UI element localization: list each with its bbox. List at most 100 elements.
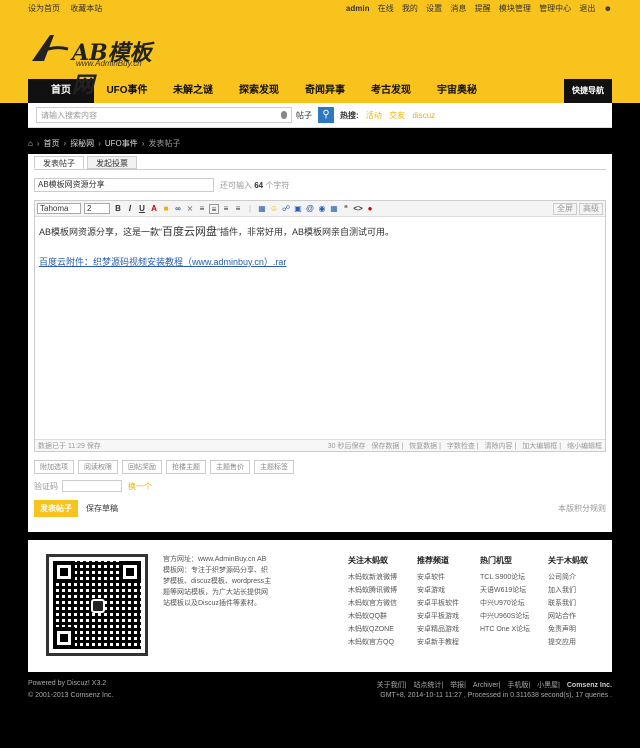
word-check-button[interactable]: 字数检查 bbox=[447, 443, 475, 450]
bottom-link[interactable]: 站点统计 bbox=[413, 682, 441, 689]
online-link[interactable]: 在线 bbox=[378, 4, 394, 13]
font-color-icon[interactable]: A bbox=[149, 204, 159, 214]
footer-link[interactable]: 天语W619论坛 bbox=[480, 584, 530, 597]
bg-color-icon[interactable]: ■ bbox=[161, 204, 171, 214]
at-icon[interactable]: @ bbox=[305, 204, 315, 214]
image-icon[interactable]: ▦ bbox=[257, 204, 267, 214]
mic-icon[interactable] bbox=[281, 111, 287, 119]
subject-input[interactable]: AB模板网资源分享 bbox=[34, 178, 214, 192]
footer-link[interactable]: 联系我们 bbox=[548, 597, 588, 610]
nav-universe[interactable]: 宇宙奥秘 bbox=[424, 79, 490, 103]
home-icon[interactable]: ⌂ bbox=[28, 139, 33, 148]
module-manage-link[interactable]: 模块管理 bbox=[499, 4, 531, 13]
footer-link[interactable]: HTC One X论坛 bbox=[480, 623, 530, 636]
footer-link[interactable]: 木蚂蚁官方QQ bbox=[348, 636, 397, 649]
option-extra[interactable]: 附加选项 bbox=[34, 460, 74, 474]
bottom-link[interactable]: 手机版 bbox=[507, 682, 528, 689]
hot-item[interactable]: 活动 bbox=[366, 111, 382, 120]
bottom-link[interactable]: 举报 bbox=[450, 682, 464, 689]
footer-link[interactable]: TCL S900论坛 bbox=[480, 571, 530, 584]
tab-post[interactable]: 发表帖子 bbox=[34, 156, 84, 169]
option-reward[interactable]: 回帖奖励 bbox=[122, 460, 162, 474]
footer-link[interactable]: 安卓游戏 bbox=[417, 584, 459, 597]
smiley-icon[interactable]: ☺ bbox=[269, 204, 279, 214]
search-button[interactable]: ⚲ bbox=[318, 107, 334, 123]
link-icon[interactable]: ∞ bbox=[173, 204, 183, 214]
crumb-item[interactable]: 探秘网 bbox=[70, 138, 94, 149]
clear-content-button[interactable]: 清除内容 bbox=[485, 443, 513, 450]
option-tags[interactable]: 主题标签 bbox=[254, 460, 294, 474]
code-icon[interactable]: <> bbox=[353, 204, 363, 214]
footer-link[interactable]: 中兴U960S论坛 bbox=[480, 610, 530, 623]
rich-editor[interactable]: Tahoma 2 B I U A ■ ∞ ⨯ ≡ ≡ ≡ ≡ | ▦ ☺ ☍ ▣… bbox=[34, 200, 606, 452]
bottom-link[interactable]: Archiver bbox=[473, 682, 499, 689]
quote-icon[interactable]: “ bbox=[341, 204, 351, 214]
remind-link[interactable]: 提醒 bbox=[475, 4, 491, 13]
rules-link[interactable]: 本版积分规则 bbox=[558, 503, 606, 514]
bottom-link[interactable]: 关于我们 bbox=[377, 682, 405, 689]
logout-link[interactable]: 退出 bbox=[579, 4, 595, 13]
footer-link[interactable]: 木蚂蚁QQ群 bbox=[348, 610, 397, 623]
footer-link[interactable]: 安卓软件 bbox=[417, 571, 459, 584]
footer-link[interactable]: 加入我们 bbox=[548, 584, 588, 597]
footer-link[interactable]: 网站合作 bbox=[548, 610, 588, 623]
editor-content[interactable]: AB模板网资源分享，这是一款“百度云网盘”插件，非常好用，AB模板网亲自测试可用… bbox=[35, 217, 605, 274]
nav-explore[interactable]: 探索发现 bbox=[226, 79, 292, 103]
media-icon[interactable]: ◉ bbox=[317, 204, 327, 214]
hot-item[interactable]: 交友 bbox=[389, 111, 405, 120]
hot-item[interactable]: discuz bbox=[412, 111, 435, 120]
footer-link[interactable]: 木蚂蚁官方微信 bbox=[348, 597, 397, 610]
shrink-editor-button[interactable]: 缩小编辑框 bbox=[567, 443, 602, 450]
font-select[interactable]: Tahoma bbox=[37, 203, 81, 214]
tab-poll[interactable]: 发起投票 bbox=[87, 156, 137, 169]
save-draft-button[interactable]: 保存草稿 bbox=[86, 503, 118, 514]
user-icon[interactable]: ☻ bbox=[604, 4, 612, 13]
footer-link[interactable]: 木蚂蚁新浪微博 bbox=[348, 571, 397, 584]
align-center-icon[interactable]: ≡ bbox=[209, 203, 219, 214]
save-data-button[interactable]: 保存数据 bbox=[371, 443, 399, 450]
photo-icon[interactable]: ▣ bbox=[293, 204, 303, 214]
nav-archaeology[interactable]: 考古发现 bbox=[358, 79, 424, 103]
align-right-icon[interactable]: ≡ bbox=[221, 204, 231, 214]
footer-link[interactable]: 中兴U970论坛 bbox=[480, 597, 530, 610]
site-logo[interactable]: AB模板网 www.AdminBuy.cn bbox=[30, 29, 170, 98]
quick-nav-button[interactable]: 快捷导航 bbox=[564, 79, 612, 103]
footer-link[interactable]: 木蚂蚁QZONE bbox=[348, 623, 397, 636]
crumb-item[interactable]: 首页 bbox=[44, 138, 60, 149]
bottom-link[interactable]: 小黑屋 bbox=[537, 682, 558, 689]
footer-link[interactable]: 提交应用 bbox=[548, 636, 588, 649]
username[interactable]: admin bbox=[346, 4, 370, 13]
footer-link[interactable]: 公司简介 bbox=[548, 571, 588, 584]
bold-icon[interactable]: B bbox=[113, 204, 123, 214]
set-home-link[interactable]: 设为首页 bbox=[28, 4, 60, 13]
size-select[interactable]: 2 bbox=[84, 203, 110, 214]
messages-link[interactable]: 消息 bbox=[450, 4, 466, 13]
unlink-icon[interactable]: ⨯ bbox=[185, 204, 195, 214]
align-justify-icon[interactable]: ≡ bbox=[233, 204, 243, 214]
nav-strange[interactable]: 奇闻异事 bbox=[292, 79, 358, 103]
attachment-link[interactable]: 百度云附件：织梦源码视频安装教程（www.adminbuy.cn）.rar bbox=[39, 255, 601, 268]
captcha-input[interactable] bbox=[62, 480, 122, 492]
admin-center-link[interactable]: 管理中心 bbox=[539, 4, 571, 13]
table-icon[interactable]: ▦ bbox=[329, 204, 339, 214]
qq-icon[interactable]: ● bbox=[365, 204, 375, 214]
my-menu[interactable]: 我的 bbox=[402, 4, 418, 13]
option-floor[interactable]: 抢楼主题 bbox=[166, 460, 206, 474]
italic-icon[interactable]: I bbox=[125, 204, 135, 214]
option-price[interactable]: 主题售价 bbox=[210, 460, 250, 474]
attach-icon[interactable]: ☍ bbox=[281, 204, 291, 214]
footer-link[interactable]: 安卓平板软件 bbox=[417, 597, 459, 610]
footer-link[interactable]: 免责声明 bbox=[548, 623, 588, 636]
align-left-icon[interactable]: ≡ bbox=[197, 204, 207, 214]
bookmark-link[interactable]: 收藏本站 bbox=[70, 4, 102, 13]
post-button[interactable]: 发表帖子 bbox=[34, 500, 78, 517]
footer-link[interactable]: 木蚂蚁腾讯微博 bbox=[348, 584, 397, 597]
footer-link[interactable]: 安卓平板游戏 bbox=[417, 610, 459, 623]
search-input[interactable]: 请输入搜索内容 bbox=[36, 107, 292, 123]
crumb-item[interactable]: UFO事件 bbox=[105, 138, 138, 149]
fullscreen-button[interactable]: 全屏 bbox=[553, 202, 577, 215]
footer-link[interactable]: 安卓精品游戏 bbox=[417, 623, 459, 636]
footer-link[interactable]: 安卓新手教程 bbox=[417, 636, 459, 649]
restore-data-button[interactable]: 恢复数据 bbox=[409, 443, 437, 450]
advanced-button[interactable]: 高级 bbox=[579, 202, 603, 215]
